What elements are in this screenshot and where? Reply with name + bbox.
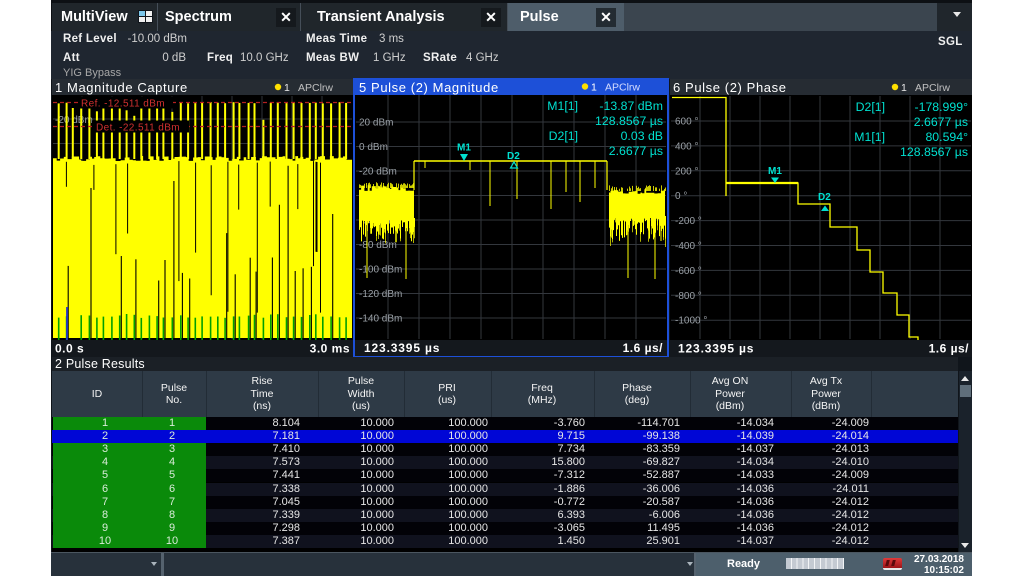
svg-text:1 Magnitude Capture: 1 Magnitude Capture [55, 80, 188, 95]
svg-text:1.6 µs/: 1.6 µs/ [929, 342, 970, 356]
svg-text:123.3395 µs: 123.3395 µs [364, 341, 440, 355]
svg-text:128.8567 µs: 128.8567 µs [595, 114, 663, 128]
svg-text:-100 dBm: -100 dBm [359, 265, 402, 276]
svg-text:-13.87 dBm: -13.87 dBm [599, 99, 663, 113]
svg-text:20 dBm: 20 dBm [359, 118, 393, 129]
svg-text:-20 dBm: -20 dBm [359, 167, 397, 178]
svg-text:Ref. -12.511 dBm: Ref. -12.511 dBm [81, 99, 165, 110]
svg-text:APClrw: APClrw [915, 82, 950, 94]
svg-text:-120 dBm: -120 dBm [359, 289, 402, 300]
svg-text:Det. -22.511 dBm: Det. -22.511 dBm [96, 123, 180, 134]
svg-text:2.6677 µs: 2.6677 µs [609, 144, 663, 158]
svg-text:0 °: 0 ° [675, 191, 687, 202]
svg-text:-400 °: -400 ° [675, 241, 702, 252]
svg-text:D2[1]: D2[1] [856, 100, 885, 114]
svg-text:-600 °: -600 ° [675, 266, 702, 277]
svg-text:-800 °: -800 ° [675, 291, 702, 302]
svg-text:0 dBm: 0 dBm [359, 142, 388, 153]
svg-text:APClrw: APClrw [298, 82, 333, 94]
svg-text:M1[1]: M1[1] [547, 99, 578, 113]
svg-text:600 °: 600 ° [675, 117, 698, 128]
svg-text:-1000 °: -1000 ° [675, 316, 707, 327]
svg-text:2.6677 µs: 2.6677 µs [914, 115, 968, 129]
svg-text:80.594°: 80.594° [925, 130, 968, 144]
svg-text:6 Pulse (2) Phase: 6 Pulse (2) Phase [673, 80, 787, 95]
svg-text:1: 1 [284, 82, 290, 94]
svg-text:-140 dBm: -140 dBm [359, 314, 402, 325]
svg-text:D2: D2 [818, 192, 831, 203]
svg-text:-200 °: -200 ° [675, 216, 702, 227]
svg-text:-80 dBm: -80 dBm [359, 240, 397, 251]
svg-text:400 °: 400 ° [675, 141, 698, 152]
svg-text:5 Pulse (2) Magnitude: 5 Pulse (2) Magnitude [359, 80, 499, 95]
svg-text:200 °: 200 ° [675, 166, 698, 177]
svg-text:-178.999°: -178.999° [915, 100, 969, 114]
svg-text:1: 1 [901, 82, 907, 94]
svg-text:M1: M1 [768, 166, 782, 177]
svg-text:128.8567 µs: 128.8567 µs [900, 145, 968, 159]
svg-text:1.6 µs/: 1.6 µs/ [623, 341, 664, 355]
svg-text:D2[1]: D2[1] [549, 129, 578, 143]
svg-text:1: 1 [591, 82, 597, 94]
svg-text:-20 dBm: -20 dBm [55, 115, 93, 126]
svg-text:0.03 dB: 0.03 dB [621, 129, 663, 143]
svg-text:APClrw: APClrw [605, 82, 640, 94]
svg-text:D2: D2 [507, 151, 520, 162]
svg-text:M1: M1 [457, 143, 471, 154]
svg-text:0.0 s: 0.0 s [55, 342, 84, 356]
svg-text:123.3395 µs: 123.3395 µs [678, 342, 754, 356]
svg-text:3.0 ms: 3.0 ms [310, 342, 350, 356]
svg-text:M1[1]: M1[1] [854, 130, 885, 144]
